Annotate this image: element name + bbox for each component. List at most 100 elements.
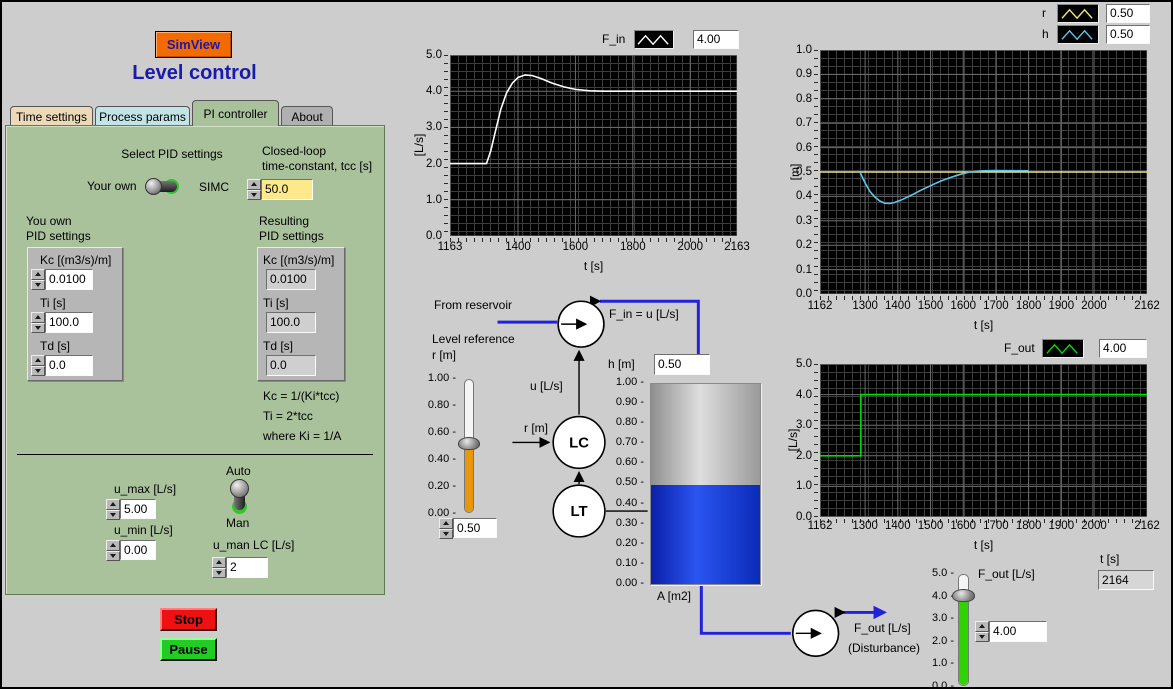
fout-arrow-label: F_out [L/s] [854, 622, 911, 636]
scale-tick-label: 3.0 - [928, 613, 954, 624]
td-label-res: Td [s] [263, 340, 293, 354]
fout-field[interactable]: 4.00 [989, 621, 1047, 642]
down-arrow-icon [35, 369, 41, 373]
td-label: Td [s] [40, 340, 70, 354]
u-man-label: u_man LC [L/s] [213, 539, 294, 553]
increment-button[interactable] [31, 269, 45, 280]
ti-spinner[interactable] [31, 312, 45, 333]
decrement-button[interactable] [439, 529, 453, 540]
pid-source-toggle[interactable] [145, 178, 179, 195]
up-arrow-icon [110, 543, 116, 547]
tab-label: About [291, 110, 322, 124]
tab-about[interactable]: About [281, 106, 333, 126]
level-transmitter-circle [553, 485, 605, 537]
legend-waveform-icon [1059, 27, 1097, 43]
increment-button[interactable] [31, 355, 45, 366]
u-max-spinner[interactable] [106, 499, 120, 520]
td-spinner[interactable] [31, 355, 45, 376]
increment-button[interactable] [106, 499, 120, 510]
scale-tick-label: 0.70 - [606, 437, 644, 448]
increment-button[interactable] [975, 621, 989, 632]
auto-man-toggle[interactable] [230, 479, 249, 514]
fout-slider-knob[interactable] [952, 589, 975, 602]
fin-legend-swatch [634, 30, 674, 49]
tcc-label-line2: time-constant, tcc [s] [262, 160, 372, 174]
tab-process-params[interactable]: Process params [95, 106, 190, 126]
increment-button[interactable] [106, 540, 120, 551]
tcc-spinner[interactable] [247, 179, 261, 200]
y-tick-label: 0.7 [796, 117, 812, 129]
down-arrow-icon [443, 532, 449, 536]
u-man-field[interactable]: 2 [226, 557, 268, 578]
increment-button[interactable] [212, 557, 226, 568]
x-tick-label: 1162 [808, 520, 833, 532]
kc-spinner[interactable] [31, 269, 45, 290]
fout-arrow-sublabel: (Disturbance) [848, 642, 920, 656]
x-tick-label: 1600 [563, 241, 589, 253]
tab-time-settings[interactable]: Time settings [10, 106, 93, 126]
x-tick-label: 1500 [918, 300, 944, 312]
simview-button[interactable]: SimView [155, 31, 232, 58]
formula-kc: Kc = 1/(Ki*tcc) [263, 390, 339, 404]
r-signal-label: r [m] [524, 422, 548, 436]
increment-button[interactable] [31, 312, 45, 323]
tab-label: PI controller [203, 107, 267, 121]
level-ref-scale: 1.00 -0.80 -0.60 -0.40 -0.20 -0.00 - [420, 373, 456, 519]
pause-button[interactable]: Pause [160, 638, 217, 661]
level-ref-field[interactable]: 0.50 [453, 518, 497, 538]
x-tick-label: 1700 [983, 520, 1009, 532]
toggle-knob[interactable] [230, 479, 249, 498]
u-max-field[interactable]: 5.00 [120, 499, 156, 519]
level-ref-slider-knob[interactable] [458, 437, 480, 450]
up-arrow-icon [251, 182, 257, 186]
tcc-field[interactable]: 50.0 [261, 179, 313, 200]
x-tick-label: 1900 [1049, 520, 1075, 532]
legend-waveform-icon [1059, 6, 1097, 22]
stop-button[interactable]: Stop [160, 608, 217, 631]
up-arrow-icon [35, 358, 41, 362]
decrement-button[interactable] [31, 366, 45, 377]
x-tick-label: 1162 [808, 300, 833, 312]
decrement-button[interactable] [106, 551, 120, 562]
fin-x-axis-title: t [s] [450, 259, 737, 273]
y-tick-label: 2.0 [426, 158, 442, 170]
y-tick-label: 1.0 [796, 44, 812, 56]
u-min-field[interactable]: 0.00 [120, 540, 156, 560]
down-arrow-icon [979, 635, 985, 639]
y-tick-label: 0.9 [796, 68, 812, 80]
decrement-button[interactable] [247, 190, 261, 201]
x-tick-label: 1800 [1016, 300, 1042, 312]
decrement-button[interactable] [975, 632, 989, 643]
down-arrow-icon [110, 513, 116, 517]
level-ref-spinner[interactable] [439, 518, 453, 539]
h-value-display: 0.50 [1106, 25, 1150, 44]
tab-label: Process params [99, 110, 186, 124]
x-tick-label: 2163 [724, 241, 750, 253]
fin-equation-label: F_in = u [L/s] [609, 308, 679, 322]
increment-button[interactable] [247, 179, 261, 190]
down-arrow-icon [35, 283, 41, 287]
formula-ki: where Ki = 1/A [263, 430, 341, 444]
tank [650, 383, 761, 585]
decrement-button[interactable] [31, 280, 45, 291]
r-value-display: 0.50 [1106, 4, 1150, 23]
fout-legend-swatch [1042, 339, 1084, 358]
res-settings-title2: PID settings [259, 230, 324, 244]
decrement-button[interactable] [31, 323, 45, 334]
tank-area-label: A [m2] [657, 590, 691, 604]
decrement-button[interactable] [106, 510, 120, 521]
decrement-button[interactable] [212, 568, 226, 579]
u-min-spinner[interactable] [106, 540, 120, 561]
x-tick-label: 2162 [1134, 300, 1160, 312]
u-man-spinner[interactable] [212, 557, 226, 578]
kc-field[interactable]: 0.0100 [45, 269, 93, 290]
increment-button[interactable] [439, 518, 453, 529]
ti-field[interactable]: 100.0 [45, 312, 93, 333]
scale-tick-label: 0.60 - [606, 457, 644, 468]
td-field[interactable]: 0.0 [45, 355, 93, 376]
tab-pi-controller[interactable]: PI controller [192, 100, 279, 126]
level-ref-label1: Level reference [432, 333, 515, 347]
ti-res-field: 100.0 [266, 312, 316, 333]
fout-spinner[interactable] [975, 621, 989, 642]
toggle-knob[interactable] [145, 178, 162, 195]
